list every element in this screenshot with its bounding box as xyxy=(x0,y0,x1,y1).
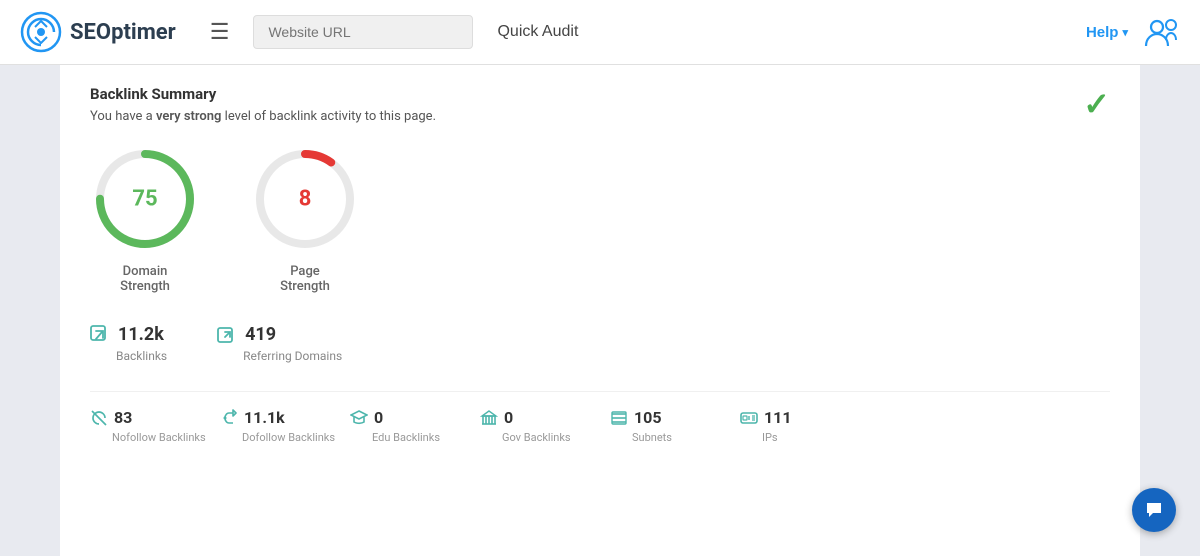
page-strength-value: 8 xyxy=(299,187,312,212)
header: SEOptimer ☰ Quick Audit Help ▾ xyxy=(0,0,1200,65)
dofollow-backlinks-stat: 11.1k Dofollow Backlinks xyxy=(220,408,350,444)
ips-value: 111 xyxy=(764,408,792,427)
gov-value: 0 xyxy=(504,408,513,427)
domain-strength-value: 75 xyxy=(132,187,157,212)
gov-backlinks-stat: 0 Gov Backlinks xyxy=(480,408,610,444)
section-title: Backlink Summary xyxy=(90,85,1110,103)
chat-icon xyxy=(1143,499,1165,521)
backlinks-value: 11.2k xyxy=(118,324,164,345)
subnets-value: 105 xyxy=(634,408,662,427)
referring-domains-icon xyxy=(217,325,237,345)
edu-backlinks-stat: 0 Edu Backlinks xyxy=(350,408,480,444)
logo-icon xyxy=(20,11,62,53)
nofollow-backlinks-stat: 83 Nofollow Backlinks xyxy=(90,408,220,444)
referring-domains-stat-top: 419 xyxy=(217,324,276,345)
section-subtitle: You have a very strong level of backlink… xyxy=(90,109,1110,124)
subnets-stat: 105 Subnets xyxy=(610,408,740,444)
subtitle-suffix: level of backlink activity to this page. xyxy=(221,109,436,124)
subtitle-strong: very strong xyxy=(156,109,221,124)
backlinks-icon xyxy=(90,325,110,345)
main-layout: ✓ Backlink Summary You have a very stron… xyxy=(0,65,1200,556)
page-strength-circle: 8 xyxy=(250,144,360,254)
domain-strength-item: 75 Domain Strength xyxy=(90,144,200,294)
stats-row: 11.2k Backlinks 419 Referring Domains xyxy=(90,324,1110,363)
referring-domains-label: Referring Domains xyxy=(243,349,342,363)
ips-stat: 111 IPs xyxy=(740,408,870,444)
hamburger-button[interactable]: ☰ xyxy=(202,16,238,49)
subnets-label: Subnets xyxy=(632,431,672,444)
subnets-icon xyxy=(610,409,628,427)
edu-value: 0 xyxy=(374,408,383,427)
referring-domains-value: 419 xyxy=(245,324,276,345)
nofollow-label: Nofollow Backlinks xyxy=(112,431,206,444)
domain-strength-circle: 75 xyxy=(90,144,200,254)
chat-button[interactable] xyxy=(1132,488,1176,532)
checkmark-icon: ✓ xyxy=(1083,85,1110,123)
user-icon[interactable] xyxy=(1144,14,1180,50)
help-button[interactable]: Help ▾ xyxy=(1086,24,1128,41)
circles-row: 75 Domain Strength 8 Page xyxy=(90,144,1110,294)
help-label: Help xyxy=(1086,24,1119,41)
chevron-down-icon: ▾ xyxy=(1122,26,1128,39)
subtitle-prefix: You have a xyxy=(90,109,156,124)
gov-icon xyxy=(480,409,498,427)
page-strength-label: Page Strength xyxy=(280,264,330,294)
backlinks-label: Backlinks xyxy=(116,349,167,363)
bottom-stats-row: 83 Nofollow Backlinks 11.1k Dofollow Bac… xyxy=(90,391,1110,444)
right-sidebar xyxy=(1140,65,1200,556)
nofollow-icon xyxy=(90,409,108,427)
logo-area: SEOptimer xyxy=(20,11,176,53)
gov-label: Gov Backlinks xyxy=(502,431,571,444)
nofollow-value: 83 xyxy=(114,408,132,427)
ips-label: IPs xyxy=(762,431,778,444)
dofollow-label: Dofollow Backlinks xyxy=(242,431,335,444)
logo-text: SEOptimer xyxy=(70,20,176,45)
left-sidebar xyxy=(0,65,60,556)
edu-icon xyxy=(350,409,368,427)
referring-domains-stat: 419 Referring Domains xyxy=(217,324,342,363)
domain-strength-label: Domain Strength xyxy=(120,264,170,294)
backlinks-stat-top: 11.2k xyxy=(90,324,164,345)
page-strength-item: 8 Page Strength xyxy=(250,144,360,294)
content-area: ✓ Backlink Summary You have a very stron… xyxy=(60,65,1140,556)
dofollow-value: 11.1k xyxy=(244,408,285,427)
backlinks-stat: 11.2k Backlinks xyxy=(90,324,167,363)
edu-label: Edu Backlinks xyxy=(372,431,440,444)
ips-icon xyxy=(740,409,758,427)
url-input[interactable] xyxy=(253,15,473,49)
quick-audit-button[interactable]: Quick Audit xyxy=(489,19,586,45)
dofollow-icon xyxy=(220,409,238,427)
